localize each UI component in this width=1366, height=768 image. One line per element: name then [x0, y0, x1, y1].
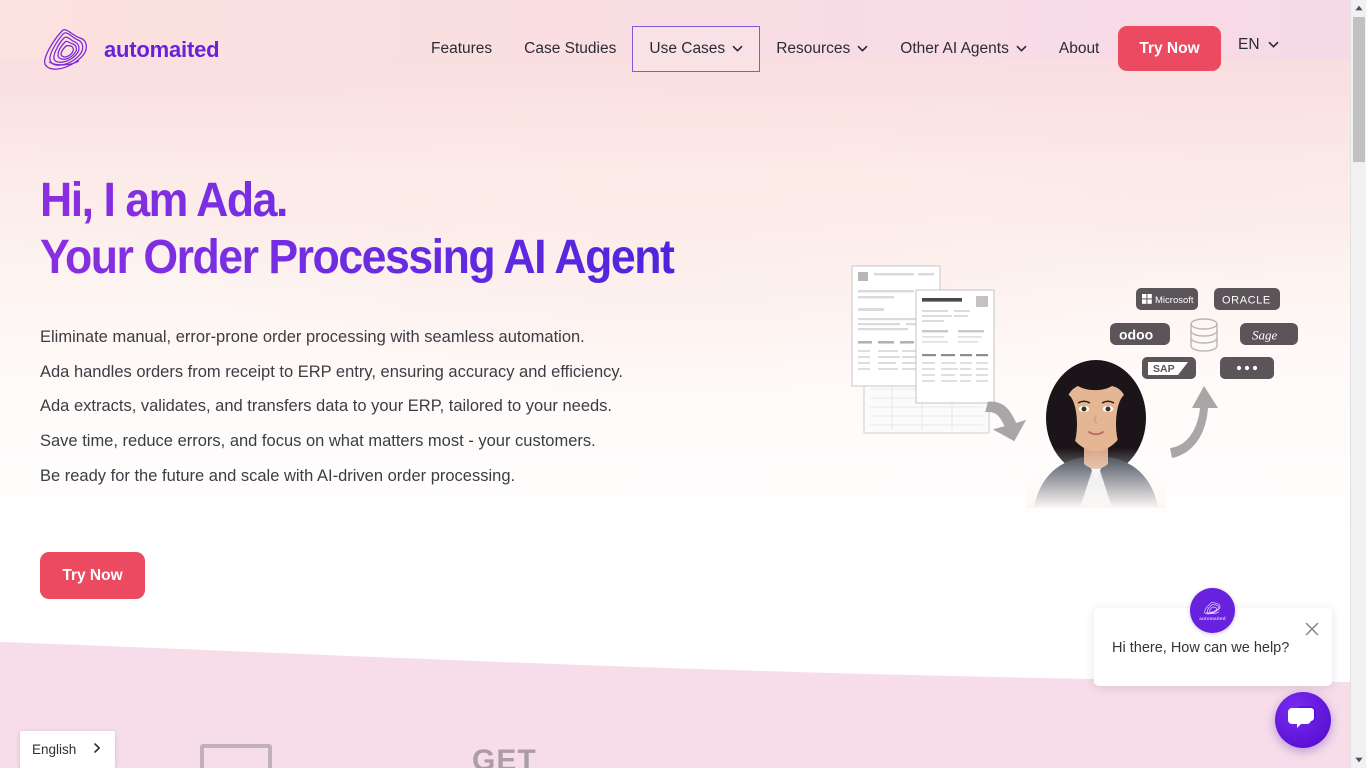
scroll-up-arrow-icon[interactable]	[1351, 0, 1366, 16]
page-scrollbar[interactable]	[1350, 0, 1366, 768]
document-invoice	[915, 289, 995, 404]
nav-item-case-studies[interactable]: Case Studies	[508, 26, 632, 72]
nav-label: About	[1058, 40, 1100, 57]
hero-body-copy: Eliminate manual, error-prone order proc…	[40, 320, 800, 494]
nav-label: Case Studies	[524, 40, 617, 57]
language-footer-label: English	[32, 742, 77, 757]
hero-body-line: Eliminate manual, error-prone order proc…	[40, 328, 585, 346]
svg-text:odoo: odoo	[1119, 327, 1153, 343]
page-root: automaited Features Case Studies Use Cas…	[0, 0, 1366, 768]
hero-try-now-button[interactable]: Try Now	[40, 552, 145, 599]
nav-item-other-ai-agents[interactable]: Other AI Agents	[884, 26, 1043, 72]
chevron-down-icon	[732, 43, 743, 54]
nav-label: Other AI Agents	[900, 40, 1009, 57]
erp-logo-microsoft: Microsoft	[1136, 288, 1198, 310]
brand-logo-link[interactable]: automaited	[40, 26, 220, 74]
erp-logo-odoo: odoo	[1110, 323, 1170, 345]
partner-logo-strip: GET	[0, 744, 1350, 768]
chat-avatar-badge[interactable]: automaited	[1190, 588, 1235, 633]
chat-launcher-button[interactable]	[1275, 692, 1331, 748]
svg-text:SAP: SAP	[1153, 363, 1175, 375]
erp-logo-oracle: ORACLE	[1214, 288, 1280, 310]
hero-body-line: Ada extracts, validates, and transfers d…	[40, 397, 613, 416]
hero-body-line: Ada handles orders from receipt to ERP e…	[40, 362, 623, 381]
language-footer-widget[interactable]: English	[20, 731, 115, 768]
close-icon[interactable]	[1303, 620, 1321, 638]
nav-item-resources[interactable]: Resources	[760, 26, 884, 72]
erp-logo-sage: Sage	[1240, 323, 1298, 345]
site-header: automaited Features Case Studies Use Cas…	[0, 0, 1350, 96]
chevron-down-icon	[857, 43, 868, 54]
nav-item-about[interactable]: About	[1043, 26, 1116, 72]
chat-avatar-label: automaited	[1199, 615, 1226, 621]
partner-logo-box-icon	[200, 744, 272, 768]
chevron-down-icon	[1016, 43, 1027, 54]
chat-bubble-icon	[1288, 704, 1318, 737]
partner-logo-get: GET	[472, 744, 537, 768]
hero-illustration: Microsoft ORACLE odoo Sage SAP	[840, 258, 1310, 513]
brand-name: automaited	[104, 37, 220, 62]
hero-body-line: Be ready for the future and scale with A…	[40, 466, 516, 485]
page-title: Hi, I am Ada. Your Order Processing AI A…	[40, 172, 784, 286]
headline-line-2: Your Order Processing AI Agent	[40, 231, 674, 284]
automaited-swirl-logo-icon	[40, 26, 92, 74]
chevron-down-icon	[1268, 39, 1279, 50]
hero-body-line: Save time, reduce errors, and focus on w…	[40, 432, 596, 451]
chat-greeting-text: Hi there, How can we help?	[1112, 640, 1290, 656]
nav-item-features[interactable]: Features	[415, 26, 508, 72]
curved-arrow-up-right-icon	[1170, 386, 1218, 458]
database-cylinder-icon	[1190, 318, 1218, 352]
primary-nav: Features Case Studies Use Cases Resource…	[415, 26, 1115, 72]
header-try-now-button[interactable]: Try Now	[1118, 26, 1221, 71]
svg-text:Sage: Sage	[1252, 328, 1278, 343]
erp-logo-more	[1220, 357, 1274, 379]
language-selector[interactable]: EN	[1238, 36, 1279, 54]
scrollbar-thumb[interactable]	[1353, 17, 1365, 162]
curved-arrow-right-icon	[985, 401, 1027, 442]
erp-logo-sap: SAP	[1142, 357, 1196, 379]
scroll-down-arrow-icon[interactable]	[1351, 752, 1366, 768]
svg-text:Microsoft: Microsoft	[1155, 295, 1194, 306]
language-selector-label: EN	[1238, 36, 1260, 53]
headline-line-1: Hi, I am Ada.	[40, 174, 287, 227]
nav-label: Use Cases	[649, 40, 726, 57]
nav-item-use-cases[interactable]: Use Cases	[632, 26, 761, 72]
nav-label: Resources	[776, 40, 851, 57]
nav-label: Features	[431, 40, 493, 57]
chevron-right-icon	[91, 742, 103, 757]
svg-text:ORACLE: ORACLE	[1222, 295, 1271, 307]
ada-ai-agent-avatar-icon	[1026, 358, 1166, 508]
